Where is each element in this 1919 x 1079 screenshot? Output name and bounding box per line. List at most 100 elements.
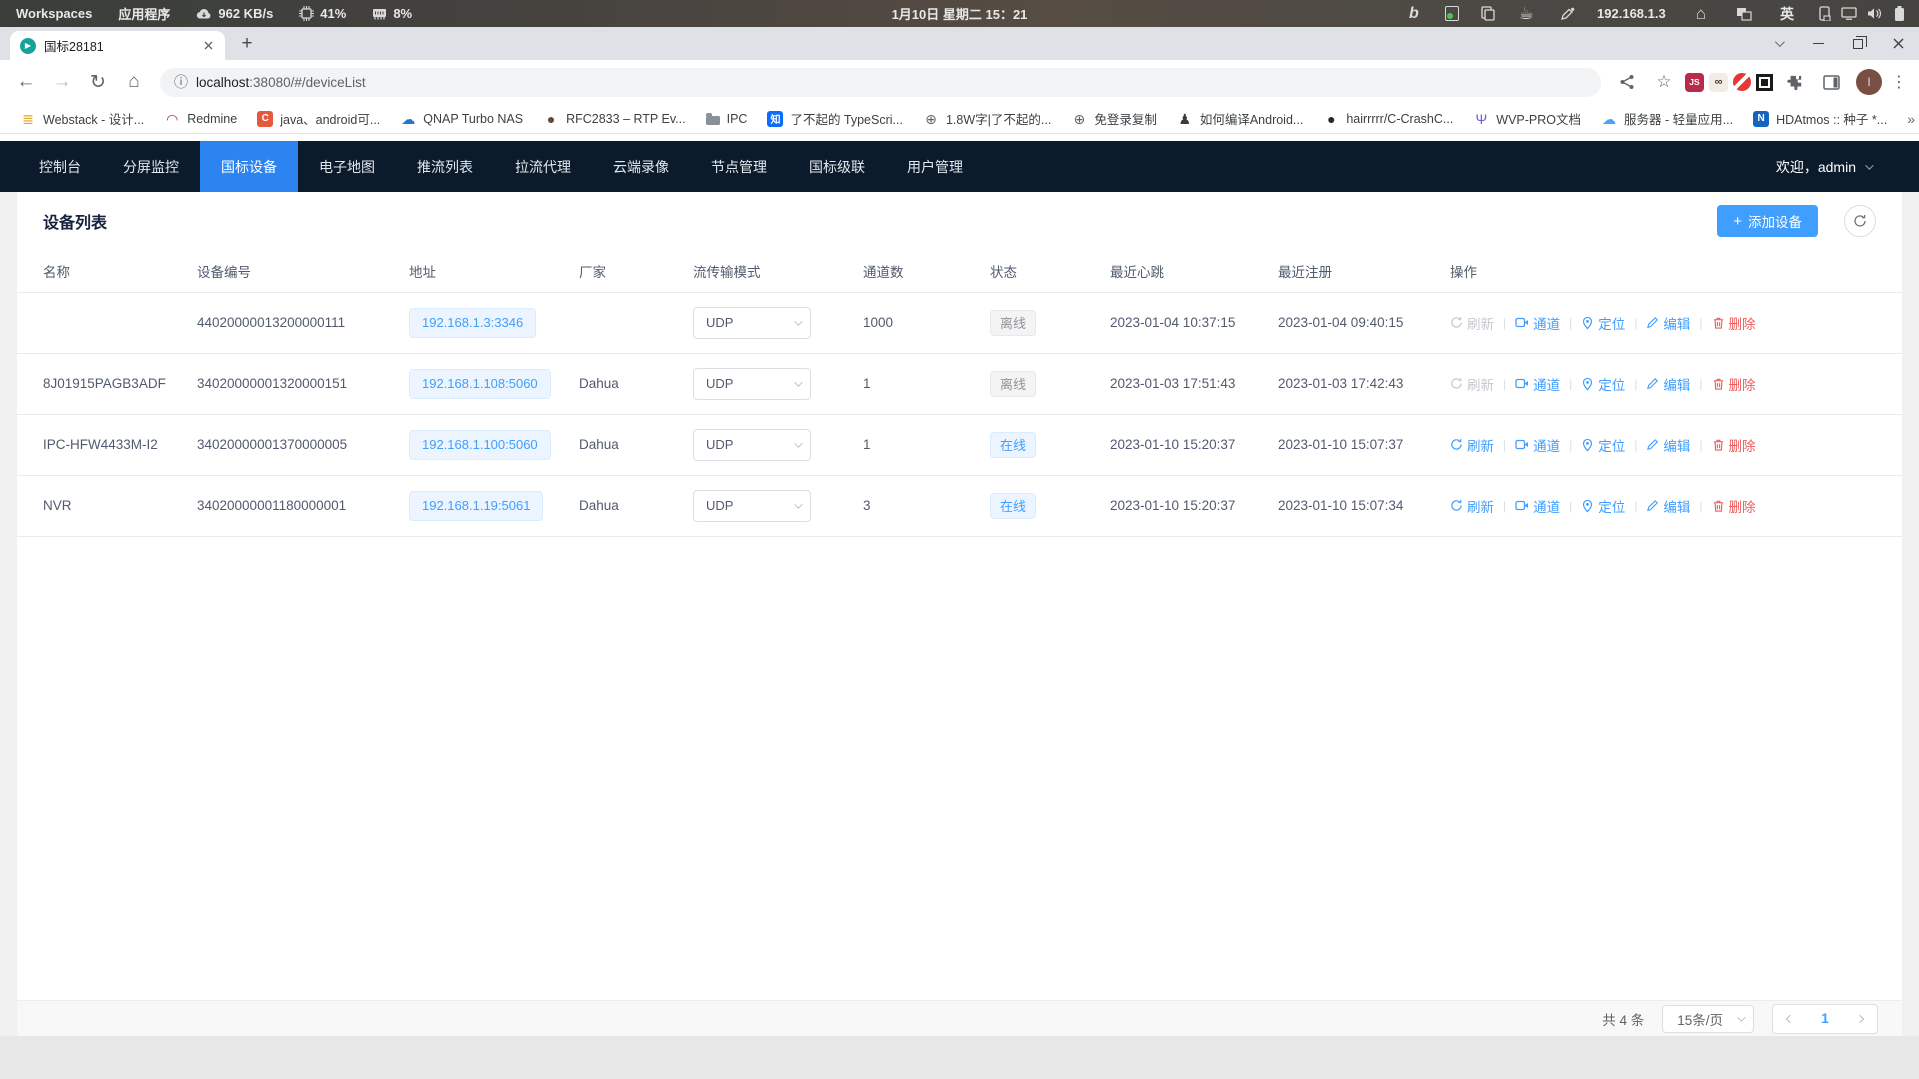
delete-action[interactable]: 删除 [1712,496,1756,516]
ip-address-indicator[interactable]: 192.168.1.3 [1597,6,1666,21]
share-icon[interactable] [1611,66,1643,98]
volume-icon[interactable] [1867,7,1882,20]
forward-icon[interactable]: → [46,66,78,98]
user-menu[interactable]: 欢迎，admin [1776,141,1919,192]
bookmark-item-13[interactable]: N HDAtmos :: 种子 *... [1745,106,1895,131]
coffee-caffeine-icon[interactable]: ☕ [1519,5,1534,22]
minimize-window-icon[interactable] [1805,31,1831,57]
battery-icon[interactable] [1894,6,1905,22]
nav-item-9[interactable]: 用户管理 [886,141,984,192]
locate-action[interactable]: 定位 [1581,313,1625,333]
bookmark-item-11[interactable]: Ψ WVP-PRO文档 [1465,106,1589,131]
network-speed-indicator[interactable]: 962 KB/s [196,6,273,21]
clipboard-icon[interactable] [1481,6,1495,21]
screenshot-tool-icon[interactable] [1445,6,1459,21]
memory-indicator[interactable]: 8% [372,6,412,21]
address-bar[interactable]: ⓘ localhost:38080/#/deviceList [160,68,1601,97]
color-picker-icon[interactable] [1560,6,1575,21]
bookmark-item-8[interactable]: ⊕ 免登录复制 [1063,106,1165,131]
channels-action[interactable]: 通道 [1515,313,1560,333]
restore-window-icon[interactable] [1845,31,1871,57]
tab-close-icon[interactable] [199,37,217,55]
bookmark-item-4[interactable]: ● RFC2833 – RTP Ev... [535,108,694,130]
bookmark-item-6[interactable]: 知 了不起的 TypeScri... [759,106,911,131]
window-switcher-icon[interactable] [1736,7,1752,21]
refresh-list-button[interactable] [1844,205,1876,237]
applications-menu[interactable]: 应用程序 [118,4,170,23]
nav-item-1[interactable]: 分屏监控 [102,141,200,192]
nav-item-3[interactable]: 电子地图 [298,141,396,192]
bookmark-item-1[interactable]: ◠ Redmine [156,108,245,130]
bookmark-item-7[interactable]: ⊕ 1.8W字|了不起的... [915,106,1059,131]
nav-item-6[interactable]: 云端录像 [592,141,690,192]
home-icon[interactable]: ⌂ [118,66,150,98]
back-icon[interactable]: ← [10,66,42,98]
add-device-button[interactable]: + 添加设备 [1717,205,1818,237]
refresh-device-action[interactable]: 刷新 [1450,435,1494,455]
nav-item-4[interactable]: 推流列表 [396,141,494,192]
cell-name [17,292,197,353]
edit-action[interactable]: 编辑 [1646,435,1690,455]
home-tray-icon[interactable]: ⌂ [1696,5,1706,22]
channels-action[interactable]: 通道 [1515,435,1560,455]
locate-action[interactable]: 定位 [1581,435,1625,455]
phone-link-icon[interactable] [1818,6,1831,21]
edit-action[interactable]: 编辑 [1646,496,1690,516]
channels-action[interactable]: 通道 [1515,496,1560,516]
bookmark-star-icon[interactable]: ☆ [1648,66,1680,98]
bing-tray-icon[interactable]: b [1409,6,1419,22]
nav-item-2[interactable]: 国标设备 [200,141,298,192]
current-page[interactable]: 1 [1807,1011,1843,1026]
delete-action[interactable]: 删除 [1712,374,1756,394]
browser-menu-icon[interactable]: ⋮ [1887,72,1911,92]
delete-action[interactable]: 删除 [1712,435,1756,455]
nav-item-0[interactable]: 控制台 [18,141,102,192]
cpu-indicator[interactable]: 41% [299,6,346,21]
edit-action[interactable]: 编辑 [1646,313,1690,333]
extension-frame-icon[interactable] [1756,74,1773,91]
stream-mode-select[interactable]: UDP [693,490,811,522]
reload-icon[interactable]: ↻ [82,66,114,98]
profile-avatar[interactable]: I [1856,69,1882,95]
display-icon[interactable] [1841,7,1857,20]
cell-device-id: 44020000013200000111 [197,292,409,353]
bookmark-item-3[interactable]: ☁ QNAP Turbo NAS [392,108,531,130]
input-method-indicator[interactable]: 英 [1780,4,1794,24]
side-panel-icon[interactable] [1815,66,1847,98]
stream-mode-select[interactable]: UDP [693,307,811,339]
locate-action[interactable]: 定位 [1581,496,1625,516]
prev-page-button[interactable] [1773,1005,1807,1033]
new-tab-button[interactable]: + [233,30,261,58]
extension-adblock-icon[interactable] [1733,73,1751,91]
site-info-icon[interactable]: ⓘ [174,72,188,92]
workspaces-button[interactable]: Workspaces [16,6,92,21]
extension-js-icon[interactable]: JS [1685,73,1704,92]
stream-mode-select[interactable]: UDP [693,368,811,400]
bookmark-item-0[interactable]: ≣ Webstack - 设计... [12,106,152,131]
locate-action[interactable]: 定位 [1581,374,1625,394]
page-size-select[interactable]: 15条/页 [1662,1005,1754,1033]
bookmark-item-12[interactable]: ☁ 服务器 - 轻量应用... [1593,106,1741,131]
browser-tab[interactable]: ▶ 国标28181 [10,31,225,60]
bookmark-item-5[interactable]: IPC [698,109,756,129]
channels-action[interactable]: 通道 [1515,374,1560,394]
delete-action[interactable]: 删除 [1712,313,1756,333]
nav-item-7[interactable]: 节点管理 [690,141,788,192]
app-body: 设备列表 + 添加设备 名称 设备编号 [0,192,1919,1036]
bookmark-item-10[interactable]: ● hairrrrr/C-CrashC... [1315,108,1461,130]
address-tag: 192.168.1.108:5060 [409,369,551,399]
extension-mask-icon[interactable]: ∞ [1709,73,1728,92]
nav-item-8[interactable]: 国标级联 [788,141,886,192]
nav-item-5[interactable]: 拉流代理 [494,141,592,192]
tab-search-icon[interactable] [1765,31,1791,57]
edit-action[interactable]: 编辑 [1646,374,1690,394]
bookmark-item-2[interactable]: C java、android可... [249,106,388,131]
cell-vendor: Dahua [579,475,693,536]
bookmarks-overflow-icon[interactable]: » [1899,111,1919,127]
bookmark-item-9[interactable]: ♟ 如何编译Android... [1169,106,1312,131]
next-page-button[interactable] [1843,1005,1877,1033]
refresh-device-action[interactable]: 刷新 [1450,496,1494,516]
stream-mode-select[interactable]: UDP [693,429,811,461]
extensions-puzzle-icon[interactable] [1778,66,1810,98]
close-window-icon[interactable] [1885,31,1911,57]
